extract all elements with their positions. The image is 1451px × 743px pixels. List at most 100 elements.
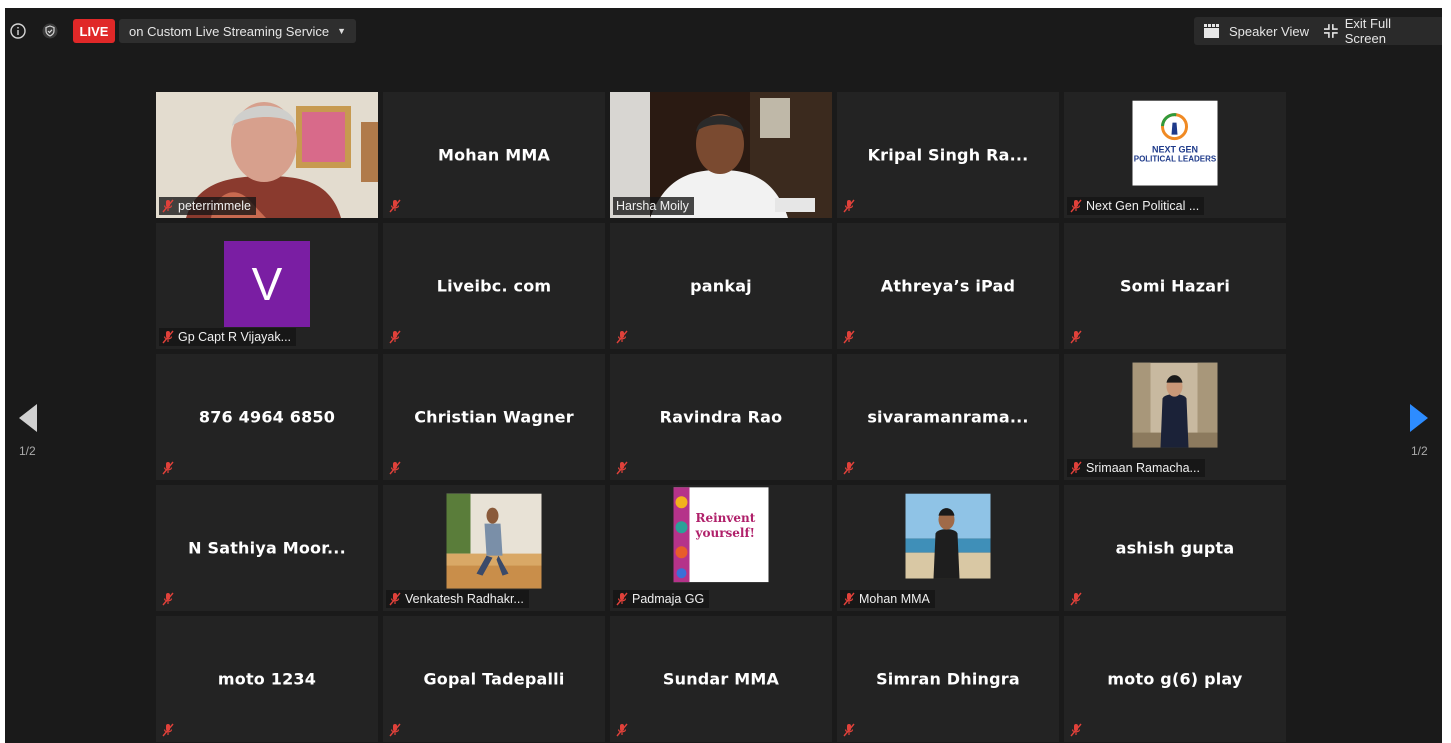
participant-tile[interactable]: ashish gupta — [1064, 485, 1286, 611]
participant-name: sivaramanrama... — [867, 407, 1029, 427]
info-icon[interactable] — [9, 22, 27, 40]
previous-page-indicator: 1/2 — [19, 444, 36, 458]
participant-tile[interactable]: Mohan MMA — [383, 92, 605, 218]
participant-name: N Sathiya Moor... — [188, 538, 346, 558]
participant-tile[interactable]: Somi Hazari — [1064, 223, 1286, 349]
participant-name: Ravindra Rao — [659, 407, 783, 427]
speaker-view-icon — [1204, 24, 1219, 38]
participant-tile[interactable]: Sundar MMA — [610, 616, 832, 742]
participant-label — [159, 459, 179, 477]
participant-tile[interactable]: Srimaan Ramacha... — [1064, 354, 1286, 480]
participant-name: Sundar MMA — [662, 669, 780, 689]
exit-fullscreen-button[interactable]: Exit Full Screen — [1314, 16, 1442, 46]
participant-tile[interactable]: V Gp Capt R Vijayak... — [156, 223, 378, 349]
muted-mic-icon — [162, 199, 174, 213]
speaker-view-label: Speaker View — [1229, 23, 1309, 39]
participant-tile[interactable]: pankaj — [610, 223, 832, 349]
participant-label: Padmaja GG — [613, 590, 710, 608]
logo-line-2: POLITICAL LEADERS — [1133, 154, 1217, 164]
participant-label — [613, 459, 633, 477]
muted-mic-icon — [843, 461, 855, 475]
participant-tile[interactable]: Simran Dhingra — [837, 616, 1059, 742]
next-page-indicator: 1/2 — [1411, 444, 1428, 458]
participant-name: Liveibc. com — [436, 276, 552, 296]
participant-tile[interactable]: Gopal Tadepalli — [383, 616, 605, 742]
participant-tile[interactable]: Reinvent yourself! Padmaja GG — [610, 485, 832, 611]
participant-tile[interactable]: N Sathiya Moor... — [156, 485, 378, 611]
muted-mic-icon — [389, 199, 401, 213]
participant-tile[interactable]: Harsha Moily — [610, 92, 832, 218]
participant-label-text: Venkatesh Radhakr... — [405, 592, 524, 606]
participant-tile[interactable]: Ravindra Rao — [610, 354, 832, 480]
participant-label-text: Srimaan Ramacha... — [1086, 461, 1200, 475]
chevron-right-icon — [1410, 404, 1428, 432]
avatar-letter: V — [224, 241, 310, 327]
participant-tile[interactable]: Liveibc. com — [383, 223, 605, 349]
participant-tile[interactable]: Mohan MMA — [837, 485, 1059, 611]
participant-tile[interactable]: Athreya’s iPad — [837, 223, 1059, 349]
participant-name: pankaj — [690, 276, 752, 296]
participant-label — [386, 328, 406, 346]
muted-mic-icon — [1070, 330, 1082, 344]
participant-name: Simran Dhingra — [876, 669, 1020, 689]
participant-tile[interactable]: Christian Wagner — [383, 354, 605, 480]
participant-name: Gopal Tadepalli — [423, 669, 565, 689]
muted-mic-icon — [389, 723, 401, 737]
participant-name: Athreya’s iPad — [880, 276, 1016, 296]
muted-mic-icon — [162, 723, 174, 737]
live-badge[interactable]: LIVE — [73, 19, 115, 43]
participant-name: moto g(6) play — [1107, 669, 1243, 689]
muted-mic-icon — [162, 330, 174, 344]
participant-label: Srimaan Ramacha... — [1067, 459, 1205, 477]
muted-mic-icon — [616, 723, 628, 737]
participant-tile[interactable]: Kripal Singh Ra... — [837, 92, 1059, 218]
participant-label — [613, 721, 633, 739]
muted-mic-icon — [843, 723, 855, 737]
participant-label — [613, 328, 633, 346]
chevron-left-icon — [19, 404, 37, 432]
meeting-window: LIVE on Custom Live Streaming Service ▼ … — [5, 8, 1442, 743]
participant-tile[interactable]: Venkatesh Radhakr... — [383, 485, 605, 611]
exit-fullscreen-label: Exit Full Screen — [1344, 16, 1391, 46]
shield-icon[interactable] — [41, 22, 59, 40]
participant-label — [159, 721, 179, 739]
muted-mic-icon — [389, 592, 401, 606]
muted-mic-icon — [389, 461, 401, 475]
participant-name: moto 1234 — [217, 669, 317, 689]
speaker-view-button[interactable]: Speaker View — [1194, 17, 1320, 45]
participant-tile[interactable]: NEXT GEN POLITICAL LEADERS Next Gen Poli… — [1064, 92, 1286, 218]
participant-tile[interactable]: moto g(6) play — [1064, 616, 1286, 742]
avatar: Reinvent yourself! — [673, 487, 769, 583]
participant-tile[interactable]: sivaramanrama... — [837, 354, 1059, 480]
participant-label: Gp Capt R Vijayak... — [159, 328, 297, 346]
muted-mic-icon — [1070, 461, 1082, 475]
participant-label-text: Mohan MMA — [859, 592, 930, 606]
muted-mic-icon — [616, 461, 628, 475]
participant-label-text: Gp Capt R Vijayak... — [178, 330, 292, 344]
participant-name: 876 4964 6850 — [198, 407, 336, 427]
muted-mic-icon — [162, 461, 174, 475]
participant-label — [840, 197, 860, 215]
participant-label — [1067, 721, 1087, 739]
participant-gallery: peterrimmele Mohan MMA Harsha Moily Kripal… — [156, 92, 1286, 742]
participant-label-text: Padmaja GG — [632, 592, 705, 606]
participant-label — [386, 721, 406, 739]
participant-label: Harsha Moily — [613, 197, 694, 215]
muted-mic-icon — [843, 330, 855, 344]
participant-label-text: Next Gen Political ... — [1086, 199, 1200, 213]
participant-name: ashish gupta — [1115, 538, 1235, 558]
top-toolbar: LIVE on Custom Live Streaming Service ▼ … — [5, 8, 1442, 54]
participant-label: Next Gen Political ... — [1067, 197, 1205, 215]
streaming-service-dropdown[interactable]: on Custom Live Streaming Service ▼ — [119, 19, 357, 43]
muted-mic-icon — [843, 199, 855, 213]
participant-name: Kripal Singh Ra... — [867, 145, 1029, 165]
participant-label — [840, 328, 860, 346]
participant-tile[interactable]: 876 4964 6850 — [156, 354, 378, 480]
participant-tile[interactable]: moto 1234 — [156, 616, 378, 742]
participant-label — [386, 197, 406, 215]
participant-label — [1067, 328, 1087, 346]
participant-tile[interactable]: peterrimmele — [156, 92, 378, 218]
muted-mic-icon — [616, 592, 628, 606]
participant-label: Mohan MMA — [840, 590, 935, 608]
exit-fullscreen-icon — [1324, 24, 1338, 38]
